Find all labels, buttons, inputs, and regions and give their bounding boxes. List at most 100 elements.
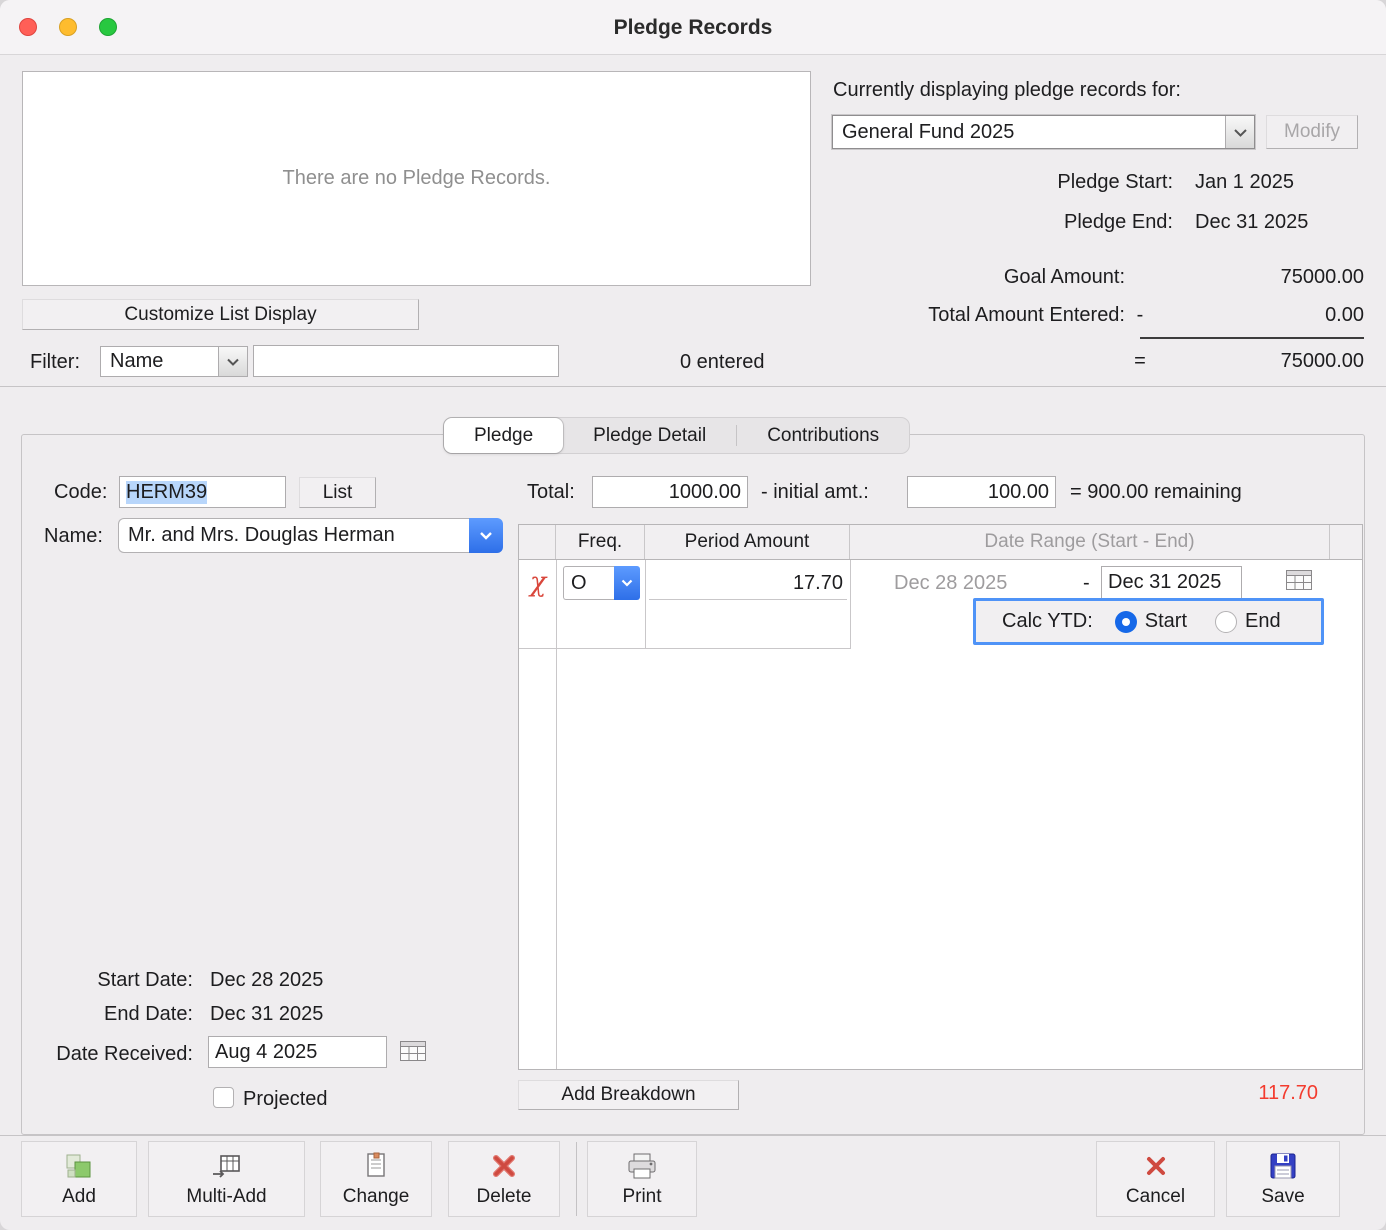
end-date-value: Dec 31 2025	[210, 1003, 323, 1026]
equals-sign: =	[1125, 350, 1155, 373]
goal-amount-value: 75000.00	[1155, 266, 1364, 289]
window-title: Pledge Records	[0, 0, 1386, 55]
total-value: 1000.00	[669, 481, 741, 504]
filter-input[interactable]	[253, 345, 559, 377]
goal-remaining-value: 75000.00	[1155, 350, 1364, 373]
tab-pledge-detail[interactable]: Pledge Detail	[563, 418, 736, 453]
filter-label: Filter:	[30, 351, 80, 374]
chevron-down-icon	[218, 347, 247, 376]
filter-field-dropdown[interactable]: Name	[100, 346, 248, 377]
list-button[interactable]: List	[299, 477, 376, 508]
print-icon	[625, 1150, 659, 1182]
save-label: Save	[1261, 1186, 1304, 1208]
cancel-label: Cancel	[1126, 1186, 1185, 1208]
freq-combobox[interactable]: O	[563, 566, 640, 600]
calc-ytd-start-label: Start	[1145, 610, 1187, 633]
calc-ytd-end-label: End	[1245, 610, 1281, 633]
period-amount-cell[interactable]: 17.70	[649, 566, 847, 600]
code-label: Code:	[54, 481, 107, 504]
print-label: Print	[622, 1186, 661, 1208]
date-end-value: Dec 31 2025	[1108, 571, 1221, 594]
start-date-value: Dec 28 2025	[210, 969, 323, 992]
pledge-end-label: Pledge End:	[833, 211, 1173, 234]
projected-checkbox[interactable]	[213, 1087, 234, 1108]
tab-contributions[interactable]: Contributions	[737, 418, 909, 453]
calc-ytd-label: Calc YTD:	[1002, 610, 1093, 633]
total-entered-label: Total Amount Entered:	[700, 304, 1125, 327]
add-icon	[63, 1150, 95, 1182]
initial-amount-input[interactable]: 100.00	[907, 476, 1056, 508]
customize-list-display-button[interactable]: Customize List Display	[22, 299, 419, 330]
multi-add-icon	[211, 1150, 243, 1182]
titlebar: Pledge Records	[0, 0, 1386, 55]
grid-line	[519, 648, 851, 649]
calendar-icon[interactable]	[1285, 569, 1313, 597]
freq-dropdown-button[interactable]	[614, 566, 640, 600]
breakdown-table: Freq. Period Amount Date Range (Start - …	[518, 524, 1363, 1070]
total-entered-value: 0.00	[1155, 304, 1364, 327]
calc-ytd-start-radio[interactable]	[1115, 611, 1137, 633]
calendar-icon[interactable]	[399, 1040, 427, 1068]
date-start-text[interactable]: Dec 28 2025	[894, 572, 1007, 595]
code-value: HERM39	[126, 481, 207, 504]
name-label: Name:	[44, 525, 103, 548]
empty-list-message: There are no Pledge Records.	[23, 72, 810, 285]
tab-pledge-label: Pledge	[474, 425, 533, 447]
tab-contributions-label: Contributions	[767, 425, 879, 447]
pledge-end-value: Dec 31 2025	[1195, 211, 1308, 234]
projected-label: Projected	[243, 1088, 328, 1111]
toolbar-divider	[0, 1135, 1386, 1136]
fund-dropdown[interactable]: General Fund 2025	[832, 115, 1255, 149]
add-label: Add	[62, 1186, 96, 1208]
date-received-value: Aug 4 2025	[215, 1041, 317, 1064]
minus-sign: -	[1125, 304, 1155, 327]
tab-pledge[interactable]: Pledge	[444, 418, 563, 453]
filter-field-value: Name	[101, 347, 218, 376]
add-breakdown-button[interactable]: Add Breakdown	[518, 1080, 739, 1110]
grid-line	[556, 560, 557, 1069]
freq-value: O	[563, 566, 614, 600]
initial-amount-value: 100.00	[988, 481, 1049, 504]
pledge-records-window: Pledge Records There are no Pledge Recor…	[0, 0, 1386, 1230]
date-range-dash: -	[1083, 572, 1090, 595]
code-input[interactable]: HERM39	[119, 476, 286, 508]
initial-amount-label: - initial amt.:	[761, 481, 869, 504]
save-button[interactable]: Save	[1226, 1141, 1340, 1217]
pledge-start-label: Pledge Start:	[833, 171, 1173, 194]
date-received-input[interactable]: Aug 4 2025	[208, 1036, 387, 1068]
multi-add-button[interactable]: Multi-Add	[148, 1141, 305, 1217]
header-period-amount: Period Amount	[645, 525, 850, 559]
name-value: Mr. and Mrs. Douglas Herman	[118, 518, 469, 553]
grid-line	[645, 560, 646, 648]
breakdown-table-header: Freq. Period Amount Date Range (Start - …	[519, 525, 1362, 560]
name-combobox[interactable]: Mr. and Mrs. Douglas Herman	[118, 518, 503, 553]
total-label: Total:	[527, 481, 575, 504]
print-button[interactable]: Print	[587, 1141, 697, 1217]
cancel-button[interactable]: Cancel	[1096, 1141, 1215, 1217]
header-delete-column	[519, 525, 556, 559]
calc-ytd-panel: Calc YTD: Start End	[973, 598, 1324, 645]
name-dropdown-button[interactable]	[469, 518, 503, 553]
delete-icon	[490, 1150, 518, 1182]
delete-button[interactable]: Delete	[448, 1141, 560, 1217]
calc-ytd-end-radio[interactable]	[1215, 611, 1237, 633]
tab-bar: Pledge Pledge Detail Contributions	[443, 417, 910, 454]
date-end-input[interactable]: Dec 31 2025	[1101, 566, 1242, 599]
end-date-label: End Date:	[36, 1003, 193, 1026]
change-button[interactable]: Change	[320, 1141, 432, 1217]
add-button[interactable]: Add	[21, 1141, 137, 1217]
delete-row-marker[interactable]: χ	[521, 567, 555, 598]
modify-button[interactable]: Modify	[1266, 115, 1358, 149]
start-date-label: Start Date:	[36, 969, 193, 992]
toolbar-separator	[576, 1142, 577, 1216]
pledge-records-list[interactable]: There are no Pledge Records.	[22, 71, 811, 286]
delete-label: Delete	[477, 1186, 532, 1208]
save-icon	[1269, 1150, 1297, 1182]
header-freq: Freq.	[556, 525, 645, 559]
header-date-range: Date Range (Start - End)	[850, 525, 1330, 559]
multi-add-label: Multi-Add	[186, 1186, 266, 1208]
chevron-down-icon	[479, 531, 493, 540]
sum-line	[1140, 337, 1364, 339]
change-icon	[363, 1150, 389, 1182]
total-input[interactable]: 1000.00	[592, 476, 748, 508]
